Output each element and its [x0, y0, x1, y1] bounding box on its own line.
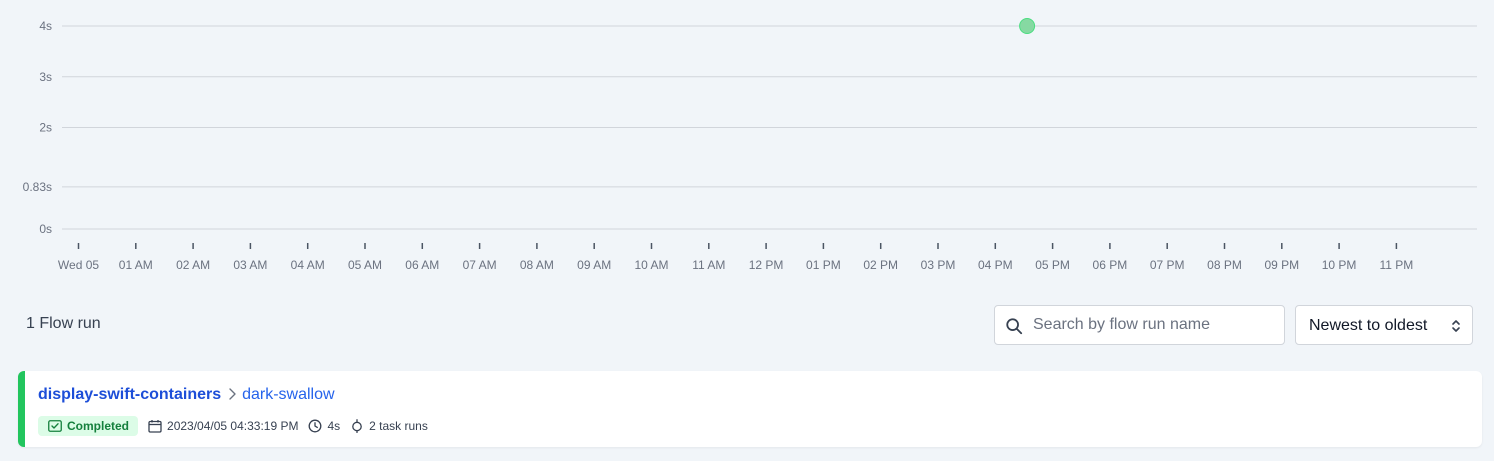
duration: 4s [308, 419, 340, 433]
flow-run-card[interactable]: display-swift-containers dark-swallow Co… [18, 371, 1482, 447]
x-tick-label: 04 AM [291, 258, 325, 272]
x-tick-label: Wed 05 [58, 258, 99, 272]
flow-run-name-link[interactable]: dark-swallow [242, 386, 334, 403]
chevron-right-icon [228, 388, 236, 400]
sort-selected-value: Newest to oldest [1309, 317, 1428, 334]
x-tick-label: 05 AM [348, 258, 382, 272]
start-time-value: 2023/04/05 04:33:19 PM [167, 418, 299, 433]
x-tick-label: 11 PM [1380, 258, 1414, 272]
x-tick-label: 01 PM [806, 258, 841, 272]
flow-runs-scatter-chart: 0s 0.83s 2s 3s 4s Wed 05 01 AM 02 AM 03 AM 04 AM… [23, 18, 1477, 272]
x-tick-label: 05 PM [1035, 258, 1070, 272]
x-tick-label: 08 PM [1207, 258, 1242, 272]
y-tick-label: 0.83s [23, 180, 52, 194]
x-tick-label: 10 AM [634, 258, 668, 272]
flow-run-meta: Completed 2023/04/05 04:33:19 PM 4s 2 ta… [38, 415, 428, 436]
search-icon [1006, 318, 1023, 335]
flow-run-breadcrumb: display-swift-containers dark-swallow [38, 386, 335, 404]
x-tick-label: 10 PM [1322, 258, 1357, 272]
x-tick-label: 09 AM [577, 258, 611, 272]
x-tick-label: 09 PM [1264, 258, 1299, 272]
x-tick-label: 06 PM [1093, 258, 1128, 272]
search-field[interactable] [994, 305, 1285, 345]
calendar-icon [148, 419, 162, 433]
chevron-up-down-icon [1452, 320, 1460, 332]
task-runs: 2 task runs [350, 419, 428, 433]
task-runs-value: 2 task runs [369, 418, 428, 433]
duration-value: 4s [327, 418, 341, 433]
sort-select[interactable]: Newest to oldest [1295, 305, 1473, 345]
x-tick-label: 02 AM [176, 258, 210, 272]
flow-name-link[interactable]: display-swift-containers [38, 386, 221, 403]
x-tick-label: 06 AM [405, 258, 439, 272]
x-tick-label: 03 PM [921, 258, 956, 272]
state-label: Completed [67, 418, 130, 433]
check-square-icon [48, 419, 62, 432]
state-badge: Completed [38, 415, 139, 436]
clock-icon [309, 419, 322, 432]
y-tick-label: 4s [39, 19, 52, 33]
x-tick-label: 04 PM [978, 258, 1013, 272]
x-tick-label: 07 PM [1150, 258, 1185, 272]
task-run-icon [352, 418, 362, 433]
x-tick-label: 01 AM [119, 258, 153, 272]
x-tick-label: 08 AM [520, 258, 554, 272]
x-tick-label: 12 PM [749, 258, 784, 272]
flow-run-point[interactable] [1019, 18, 1036, 34]
x-tick-label: 07 AM [463, 258, 497, 272]
x-tick-label: 02 PM [863, 258, 898, 272]
x-tick-label: 03 AM [233, 258, 267, 272]
y-tick-label: 3s [39, 70, 52, 84]
flow-run-count: 1 Flow run [26, 315, 101, 332]
start-time: 2023/04/05 04:33:19 PM [148, 419, 298, 433]
y-tick-label: 2s [39, 121, 52, 135]
y-tick-label: 0s [39, 222, 52, 236]
search-input[interactable] [1033, 306, 1273, 344]
x-tick-label: 11 AM [692, 258, 725, 272]
